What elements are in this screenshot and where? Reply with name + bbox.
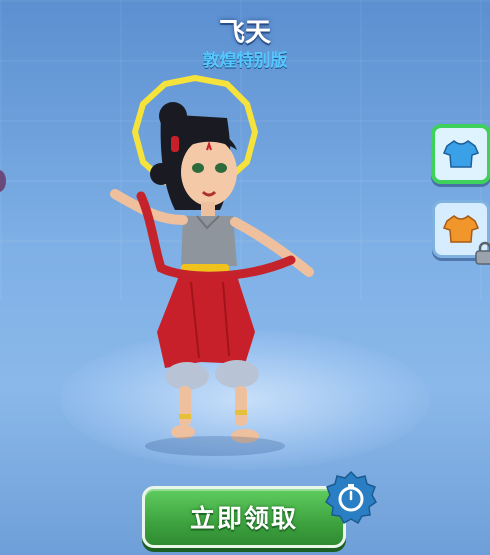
- shirt-icon: [443, 215, 479, 243]
- character-name: 飞天: [218, 18, 271, 48]
- lock-icon: [475, 241, 490, 265]
- character-edition: 敦煌特别版: [202, 51, 288, 71]
- outfit-option-locked[interactable]: [432, 200, 490, 265]
- shirt-icon: [443, 140, 479, 168]
- outfit-option-selected[interactable]: [431, 124, 490, 184]
- claim-now-button[interactable]: 立即领取: [142, 486, 346, 548]
- stopwatch-icon: [325, 470, 377, 524]
- character-illustration: [110, 75, 314, 456]
- claim-button-label: 立即领取: [189, 504, 298, 533]
